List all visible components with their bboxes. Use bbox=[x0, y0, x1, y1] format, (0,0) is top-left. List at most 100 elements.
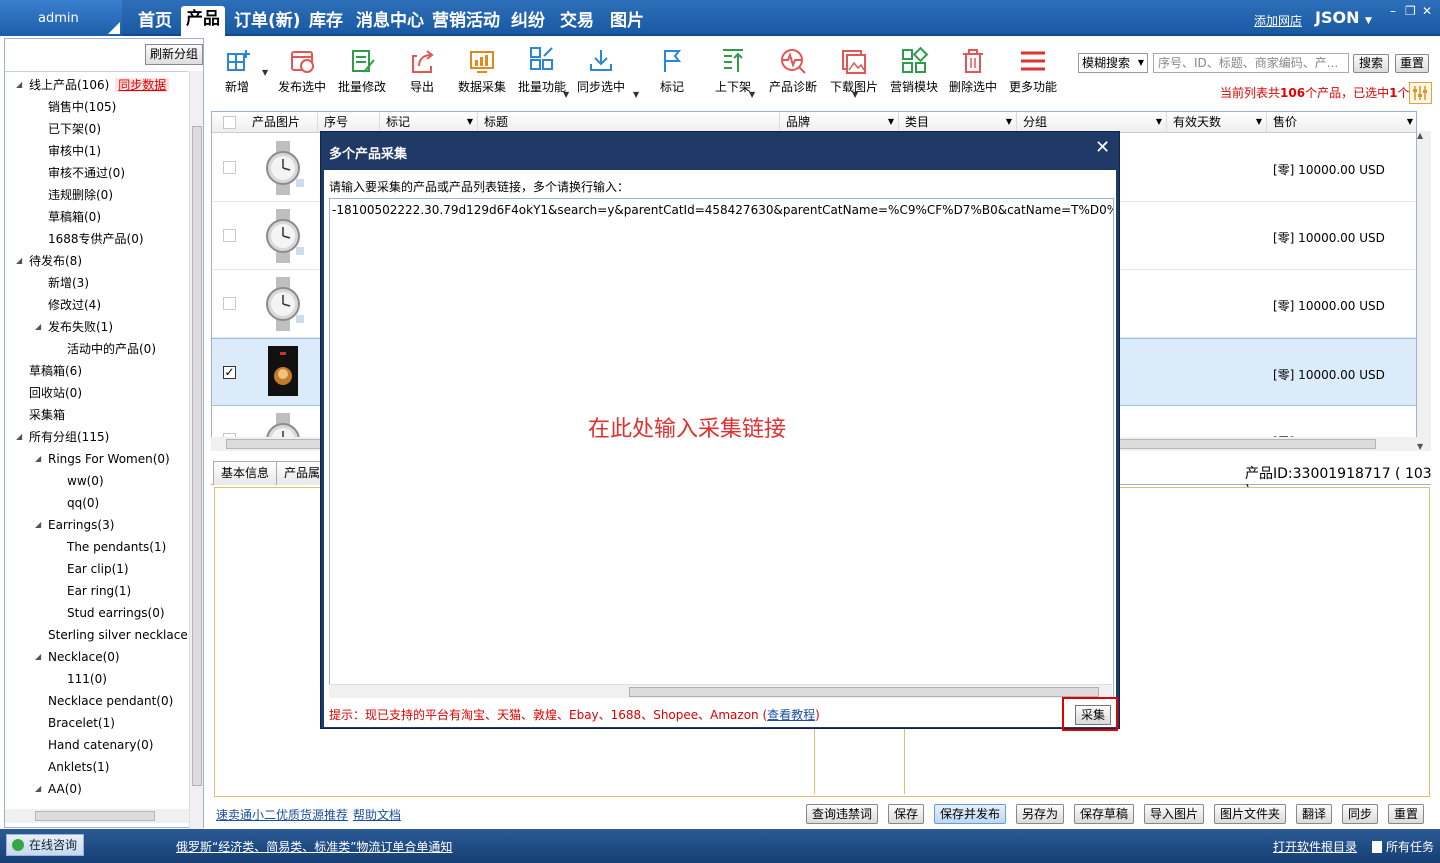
tree-node[interactable]: 1688专供产品(0) bbox=[48, 228, 144, 250]
tree-node[interactable]: 回收站(0) bbox=[29, 382, 82, 404]
tree-node[interactable]: 待发布(8) bbox=[29, 250, 82, 272]
nav-tab-home[interactable]: 首页 bbox=[133, 8, 177, 36]
shelf-button[interactable]: 上下架 bbox=[715, 46, 751, 95]
tree-node[interactable]: Ear clip(1) bbox=[67, 558, 129, 580]
notice-link[interactable]: 俄罗斯“经济类、简易类、标准类”物流订单合单通知 bbox=[176, 838, 452, 855]
tree-node[interactable]: 草稿箱(6) bbox=[29, 360, 82, 382]
close-icon[interactable]: ✕ bbox=[1095, 137, 1110, 158]
tree-node[interactable]: qq(0) bbox=[67, 492, 99, 514]
minimize-icon[interactable]: – bbox=[1390, 4, 1396, 18]
check-banned-words-button[interactable]: 查询违禁词 bbox=[806, 804, 878, 824]
tree-node[interactable]: 发布失败(1) bbox=[48, 316, 113, 338]
tree-node[interactable]: Necklace pendant(0) bbox=[48, 690, 173, 712]
reset-search-button[interactable]: 重置 bbox=[1395, 54, 1429, 73]
mark-button[interactable]: 标记 bbox=[657, 46, 687, 95]
tab-basic-info[interactable]: 基本信息 bbox=[213, 461, 278, 485]
tree-node[interactable]: 审核不通过(0) bbox=[48, 162, 125, 184]
row-checkbox[interactable] bbox=[223, 297, 236, 310]
sidebar-horizontal-scrollbar[interactable] bbox=[5, 809, 189, 823]
marketing-module-button[interactable]: 营销模块 bbox=[890, 46, 938, 95]
link-textarea[interactable]: -18100502222.30.79d129d6F4okY1&search=y&… bbox=[329, 198, 1114, 698]
col-group[interactable]: 分组 ▼ bbox=[1017, 112, 1167, 133]
more-functions-button[interactable]: 更多功能 bbox=[1009, 46, 1057, 95]
export-button[interactable]: 导出 bbox=[407, 46, 437, 95]
grid-vertical-scrollbar[interactable]: ▲ ▼ bbox=[1417, 131, 1431, 451]
save-draft-button[interactable]: 保存草稿 bbox=[1074, 804, 1134, 824]
translate-button[interactable]: 翻译 bbox=[1296, 804, 1332, 824]
tree-node[interactable]: 采集箱 bbox=[29, 404, 65, 426]
help-docs-link[interactable]: 帮助文档 bbox=[353, 806, 401, 823]
tree-node[interactable]: Stud earrings(0) bbox=[67, 602, 165, 624]
row-checkbox[interactable]: ✓ bbox=[223, 366, 236, 379]
add-site-link[interactable]: 添加网店 bbox=[1254, 12, 1302, 29]
nav-tab-products[interactable]: 产品 bbox=[181, 6, 225, 36]
col-price[interactable]: 售价 ▼ bbox=[1267, 112, 1416, 133]
tree-node[interactable]: 销售中(105) bbox=[48, 96, 116, 118]
nav-tab-orders[interactable]: 订单(新) bbox=[229, 8, 306, 36]
tree-expand-icon[interactable]: ◢ bbox=[35, 514, 41, 536]
tree-node[interactable]: 活动中的产品(0) bbox=[67, 338, 156, 360]
tree-node[interactable]: Hand catenary(0) bbox=[48, 734, 153, 756]
col-mark[interactable]: 标记 ▼ bbox=[380, 112, 478, 133]
tree-node[interactable]: 所有分组(115) bbox=[29, 426, 109, 448]
tree-node[interactable]: The pendants(1) bbox=[67, 536, 166, 558]
search-button[interactable]: 搜索 bbox=[1353, 54, 1389, 73]
tree-node[interactable]: 新增(3) bbox=[48, 272, 89, 294]
download-images-button[interactable]: 下载图片 bbox=[830, 46, 878, 95]
save-publish-button[interactable]: 保存并发布 bbox=[934, 804, 1006, 824]
publish-selected-button[interactable]: 发布选中 bbox=[278, 46, 326, 95]
tree-expand-icon[interactable]: ◢ bbox=[35, 646, 41, 668]
row-checkbox[interactable] bbox=[223, 161, 236, 174]
nav-tab-disputes[interactable]: 纠纷 bbox=[506, 8, 550, 36]
product-thumbnail[interactable] bbox=[260, 344, 310, 402]
col-brand[interactable]: 品牌 ▼ bbox=[780, 112, 899, 133]
sync-button[interactable]: 同步 bbox=[1342, 804, 1378, 824]
chevron-down-icon[interactable]: ▼ bbox=[749, 90, 755, 99]
tree-node[interactable]: 已下架(0) bbox=[48, 118, 101, 140]
tree-node[interactable]: Anklets(1) bbox=[48, 756, 109, 778]
all-tasks-button[interactable]: 所有任务 bbox=[1372, 838, 1434, 855]
batch-functions-button[interactable]: 批量功能 bbox=[518, 46, 566, 95]
view-tutorial-link[interactable]: 查看教程 bbox=[767, 708, 815, 722]
tree-node[interactable]: 111(0) bbox=[67, 668, 107, 690]
product-thumbnail[interactable] bbox=[260, 207, 310, 265]
tree-node[interactable]: Ear ring(1) bbox=[67, 580, 131, 602]
col-category[interactable]: 类目 ▼ bbox=[899, 112, 1017, 133]
close-window-icon[interactable]: ✕ bbox=[1422, 4, 1432, 18]
product-thumbnail[interactable] bbox=[260, 275, 310, 333]
delete-selected-button[interactable]: 删除选中 bbox=[949, 46, 997, 95]
open-root-dir-link[interactable]: 打开软件根目录 bbox=[1273, 838, 1357, 855]
col-seq[interactable]: 序号 bbox=[318, 112, 380, 133]
import-images-button[interactable]: 导入图片 bbox=[1144, 804, 1204, 824]
restore-icon[interactable]: ❐ bbox=[1405, 4, 1416, 18]
tree-node[interactable]: 草稿箱(0) bbox=[48, 206, 101, 228]
tree-expand-icon[interactable]: ◢ bbox=[35, 448, 41, 470]
tree-node[interactable]: ww(0) bbox=[67, 470, 104, 492]
select-all-checkbox[interactable] bbox=[223, 116, 236, 129]
tree-node[interactable]: Earrings(3) bbox=[48, 514, 114, 536]
chevron-down-icon[interactable]: ▼ bbox=[262, 68, 268, 77]
filter-settings-icon[interactable] bbox=[1409, 82, 1432, 104]
online-consult-button[interactable]: 在线咨询 bbox=[6, 834, 84, 856]
user-account[interactable]: admin bbox=[0, 0, 122, 36]
tree-node[interactable]: AA(0) bbox=[48, 778, 82, 800]
search-mode-select[interactable]: 模糊搜索 ▼ bbox=[1078, 53, 1148, 73]
tree-node[interactable]: Sterling silver necklace( bbox=[48, 624, 188, 646]
refresh-groups-button[interactable]: 刷新分组 bbox=[145, 44, 203, 65]
save-button[interactable]: 保存 bbox=[888, 804, 924, 824]
nav-tab-trade[interactable]: 交易 bbox=[555, 8, 599, 36]
collect-button[interactable]: 采集 bbox=[1075, 705, 1111, 725]
tree-node[interactable]: 审核中(1) bbox=[48, 140, 101, 162]
save-as-button[interactable]: 另存为 bbox=[1016, 804, 1064, 824]
sidebar-vertical-scrollbar[interactable] bbox=[189, 71, 203, 841]
col-valid-days[interactable]: 有效天数 ▼ bbox=[1167, 112, 1267, 133]
batch-edit-button[interactable]: 批量修改 bbox=[338, 46, 386, 95]
row-checkbox[interactable] bbox=[223, 229, 236, 242]
data-collect-button[interactable]: 数据采集 bbox=[458, 46, 506, 95]
nav-tab-images[interactable]: 图片 bbox=[605, 8, 649, 36]
tree-node[interactable]: Bracelet(1) bbox=[48, 712, 115, 734]
reset-button[interactable]: 重置 bbox=[1388, 804, 1424, 824]
product-thumbnail[interactable] bbox=[260, 139, 310, 197]
tree-expand-icon[interactable]: ◢ bbox=[16, 74, 22, 96]
search-input[interactable]: 序号、ID、标题、商家编码、产... bbox=[1153, 53, 1349, 73]
